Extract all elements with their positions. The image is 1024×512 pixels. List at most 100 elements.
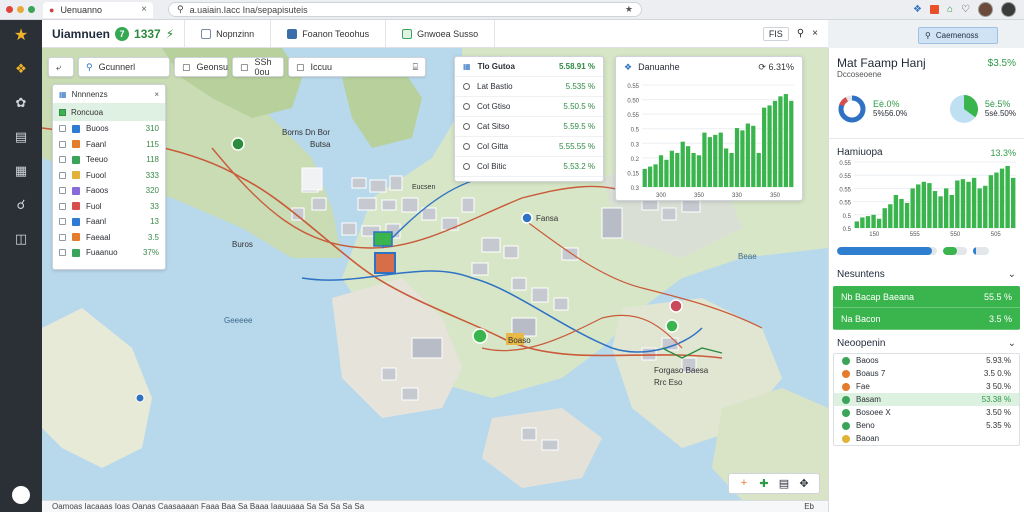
layer-row[interactable]: Teeuo 118 [53, 152, 165, 168]
radio-icon[interactable] [463, 143, 470, 150]
layers-icon[interactable]: ❖ [12, 60, 30, 78]
layer-row[interactable]: Fuaanuo 37% [53, 245, 165, 261]
bar[interactable] [789, 100, 794, 187]
layer-row[interactable]: Fuol 33 [53, 199, 165, 215]
bar[interactable] [860, 217, 865, 228]
bar[interactable] [927, 183, 932, 228]
bar[interactable] [916, 184, 921, 228]
dropdown-row[interactable]: Lat Bastio 5.535 % [455, 77, 603, 97]
bar[interactable] [729, 153, 734, 187]
bar[interactable] [783, 94, 788, 187]
maximize-window-icon[interactable] [28, 6, 35, 13]
filter-category[interactable]: ⚲ Gcunnerl [78, 57, 170, 77]
refresh-icon[interactable]: ⟳ [758, 62, 766, 72]
layer-checkbox[interactable] [59, 125, 66, 133]
bar[interactable] [772, 100, 778, 187]
bar[interactable] [642, 168, 647, 187]
bar[interactable] [762, 107, 767, 187]
layer-row[interactable]: Faanl 115 [53, 137, 165, 153]
bar[interactable] [707, 137, 712, 187]
tab-3[interactable]: Gnwoea Susso [386, 20, 496, 47]
bar[interactable] [740, 130, 745, 187]
bar[interactable] [669, 150, 674, 187]
filter-time[interactable]: ▢ SSh 0ou [232, 57, 284, 77]
tab-1[interactable]: Nopnzinn [185, 20, 272, 47]
section-3-header[interactable]: Neoopenin ⌄ [829, 330, 1024, 349]
bar[interactable] [734, 128, 740, 187]
tab-2[interactable]: Foanon Teoohus [271, 20, 387, 47]
bar[interactable] [994, 172, 999, 228]
layer-row[interactable]: Fuool 333 [53, 168, 165, 184]
dropdown-row[interactable]: Col Gitta 5.55.55 % [455, 137, 603, 157]
bar[interactable] [955, 180, 960, 228]
layer-checkbox[interactable] [59, 140, 66, 148]
bar[interactable] [999, 168, 1005, 228]
bar[interactable] [904, 202, 910, 228]
radio-icon[interactable] [463, 123, 470, 130]
bar[interactable] [938, 196, 943, 228]
favorites-star-icon[interactable]: ★ [12, 26, 30, 44]
home-icon[interactable]: ⌂ [947, 4, 953, 15]
bar[interactable] [910, 188, 915, 228]
bar[interactable] [686, 146, 691, 187]
section-2-header[interactable]: Nesuntens ⌄ [829, 261, 1024, 280]
layer-row[interactable]: Faeaal 3.5 [53, 230, 165, 246]
radio-icon[interactable] [463, 163, 470, 170]
pin-icon[interactable]: ⚲ [797, 28, 804, 39]
bar[interactable] [871, 214, 876, 228]
filter-region[interactable]: ▢ Geonsu [174, 57, 228, 77]
close-icon[interactable]: × [812, 28, 818, 39]
bar[interactable] [932, 191, 938, 228]
layer-checkbox[interactable] [59, 249, 66, 257]
bar[interactable] [778, 96, 783, 187]
image-icon[interactable]: ◫ [12, 230, 30, 248]
panel-list-row[interactable]: Baoan [834, 432, 1019, 445]
bar[interactable] [865, 216, 871, 228]
bar[interactable] [977, 188, 982, 228]
layer-row[interactable]: Faoos 320 [53, 183, 165, 199]
bar[interactable] [1011, 177, 1016, 228]
bar[interactable] [893, 195, 899, 228]
radio-icon[interactable] [463, 103, 470, 110]
bar[interactable] [899, 198, 904, 228]
fullscreen-icon[interactable]: ✥ [795, 477, 813, 490]
dropdown-header[interactable]: ▦ Tlo Gutoa 5.58.91 % [455, 57, 603, 77]
bar[interactable] [756, 153, 761, 187]
layer-checkbox[interactable] [59, 171, 66, 179]
panel-list-row[interactable]: Bosoee X 3.50 % [834, 406, 1019, 419]
bar[interactable] [854, 221, 859, 228]
bar[interactable] [648, 166, 653, 187]
bar[interactable] [888, 204, 893, 228]
bar[interactable] [966, 181, 971, 228]
panel-list-row[interactable]: Basam 53.38 % [834, 393, 1019, 406]
panel-list-row[interactable]: Fae 3 50.% [834, 380, 1019, 393]
panel-list-row[interactable]: Boaus 7 3.5 0.% [834, 367, 1019, 380]
document-icon[interactable]: ▤ [12, 128, 30, 146]
account-icon[interactable] [12, 486, 30, 504]
bar[interactable] [664, 159, 669, 187]
bar[interactable] [960, 179, 966, 228]
layer-row[interactable]: Faanl 13 [53, 214, 165, 230]
bar[interactable] [1005, 165, 1010, 228]
bar[interactable] [767, 105, 772, 187]
bar[interactable] [658, 155, 664, 187]
extension-icon[interactable]: ❖ [913, 4, 922, 15]
search-button[interactable]: ⚲ Caemenoss [918, 27, 998, 44]
bar[interactable] [988, 175, 994, 228]
share-icon[interactable]: ☌ [12, 196, 30, 214]
dropdown-row[interactable]: Cat Sitso 5.59.5 % [455, 117, 603, 137]
bar[interactable] [680, 141, 685, 187]
minimize-window-icon[interactable] [17, 6, 24, 13]
highlight-row-1[interactable]: Nb Bacap Baeana 55.5 % [833, 286, 1020, 308]
chevron-down-icon[interactable]: ⌄ [1008, 269, 1016, 280]
layer-checkbox[interactable] [59, 202, 66, 210]
user-avatar[interactable] [978, 2, 993, 17]
locate-icon[interactable]: ✚ [755, 477, 773, 490]
chevron-down-icon[interactable]: ⌄ [1008, 338, 1016, 349]
bar[interactable] [696, 155, 702, 187]
dropdown-row[interactable]: Col Bitic 5.53.2 % [455, 157, 603, 177]
bar[interactable] [745, 123, 750, 187]
close-window-icon[interactable] [6, 6, 13, 13]
bar[interactable] [882, 208, 887, 228]
dropdown-row[interactable]: Cot Gtiso 5.50.5 % [455, 97, 603, 117]
